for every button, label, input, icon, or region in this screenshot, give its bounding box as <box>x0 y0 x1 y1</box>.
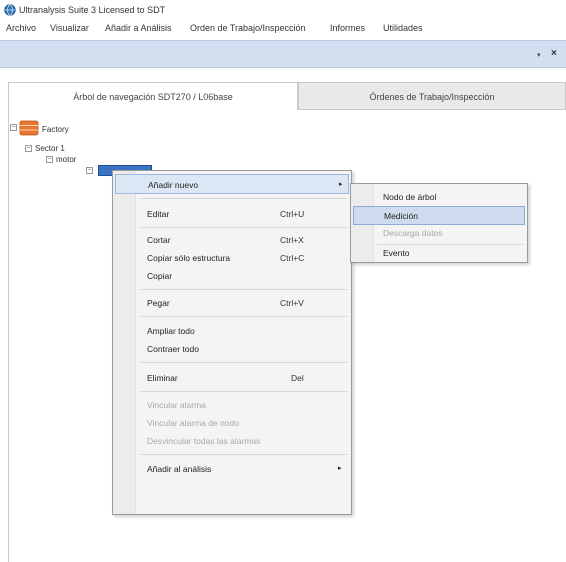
menu-item-collapse-all-label: Contraer todo <box>147 344 199 354</box>
menu-separator <box>141 198 347 199</box>
pin-icon[interactable]: ▾ <box>537 51 541 59</box>
menu-item-unlink-alarms-label: Desvincular todas las alarmas <box>147 436 261 446</box>
menu-item-delete[interactable]: Eliminar Del <box>115 368 349 388</box>
menu-item-paste[interactable]: Pegar Ctrl+V <box>115 293 349 313</box>
submenu-item-measurement-label: Medición <box>384 211 419 221</box>
tree-node-factory[interactable]: Factory <box>42 125 69 134</box>
menu-separator <box>141 227 347 228</box>
submenu-arrow-icon: ▸ <box>338 465 342 472</box>
menu-item-cut[interactable]: Cortar Ctrl+X <box>115 230 349 250</box>
menu-item-paste-shortcut: Ctrl+V <box>280 298 304 308</box>
menu-item-copy[interactable]: Copiar <box>115 266 349 286</box>
tab-strip: Árbol de navegación SDT270 / L06base Órd… <box>8 82 566 110</box>
menu-item-link-alarm-label: Vincular alarma <box>147 400 206 410</box>
submenu-item-tree-node[interactable]: Nodo de árbol <box>353 188 525 207</box>
menu-bar: Archivo Visualizar Añadir a Análisis Ord… <box>0 20 566 38</box>
menu-utilidades[interactable]: Utilidades <box>383 23 423 33</box>
menu-separator <box>141 289 347 290</box>
menu-item-link-node-alarm-label: Vincular alarma de nodo <box>147 418 239 428</box>
menu-item-edit[interactable]: Editar Ctrl+U <box>115 204 349 224</box>
menu-item-add-to-analysis-label: Añadir al análisis <box>147 464 212 474</box>
window-title: Ultranalysis Suite 3 Licensed to SDT <box>19 5 166 15</box>
submenu-item-download-data: Descarga datos <box>353 224 525 243</box>
menu-anadir-analisis[interactable]: Añadir a Análisis <box>105 23 172 33</box>
tab-work-orders[interactable]: Órdenes de Trabajo/Inspección <box>298 82 566 110</box>
menu-item-delete-label: Eliminar <box>147 373 178 383</box>
menu-item-copy-structure-label: Copiar sólo estructura <box>147 253 231 263</box>
menu-item-edit-label: Editar <box>147 209 170 219</box>
menu-item-paste-label: Pegar <box>147 298 170 308</box>
tree-expander-root[interactable]: − <box>10 124 17 131</box>
submenu-item-tree-node-label: Nodo de árbol <box>383 192 437 202</box>
submenu-item-event[interactable]: Evento <box>353 244 525 263</box>
menu-visualizar[interactable]: Visualizar <box>50 23 89 33</box>
submenu-item-event-label: Evento <box>383 248 410 258</box>
database-icon <box>19 120 39 136</box>
menu-informes[interactable]: Informes <box>330 23 365 33</box>
menu-item-expand-all-label: Ampliar todo <box>147 326 195 336</box>
menu-item-add-new-label: Añadir nuevo <box>148 180 199 190</box>
menu-separator <box>141 316 347 317</box>
menu-item-unlink-alarms: Desvincular todas las alarmas <box>115 431 349 451</box>
add-new-submenu: Nodo de árbol Medición Descarga datos Ev… <box>350 183 528 263</box>
submenu-arrow-icon: ▸ <box>339 181 343 188</box>
tree-expander-motor[interactable]: − <box>46 156 53 163</box>
menu-item-expand-all[interactable]: Ampliar todo <box>115 321 349 341</box>
menu-item-cut-label: Cortar <box>147 235 171 245</box>
menu-item-link-node-alarm: Vincular alarma de nodo <box>115 413 349 433</box>
submenu-item-measurement[interactable]: Medición <box>353 206 525 225</box>
menu-item-collapse-all[interactable]: Contraer todo <box>115 339 349 359</box>
panel-header-bar: ▾ × <box>0 40 566 68</box>
menu-item-cut-shortcut: Ctrl+X <box>280 235 304 245</box>
menu-archivo[interactable]: Archivo <box>6 23 36 33</box>
menu-item-edit-shortcut: Ctrl+U <box>280 209 305 219</box>
submenu-item-download-data-label: Descarga datos <box>383 228 443 238</box>
app-globe-icon <box>4 4 16 16</box>
menu-separator <box>141 391 347 392</box>
menu-item-copy-structure-shortcut: Ctrl+C <box>280 253 305 263</box>
tree-expander-selected[interactable]: − <box>86 167 93 174</box>
menu-orden-trabajo[interactable]: Orden de Trabajo/Inspección <box>190 23 306 33</box>
menu-item-copy-label: Copiar <box>147 271 173 281</box>
tab-navigation-tree[interactable]: Árbol de navegación SDT270 / L06base <box>8 82 298 110</box>
menu-item-add-to-analysis[interactable]: Añadir al análisis ▸ <box>115 459 349 479</box>
menu-separator <box>141 454 347 455</box>
title-bar: Ultranalysis Suite 3 Licensed to SDT <box>0 0 566 20</box>
menu-item-add-new[interactable]: Añadir nuevo ▸ <box>115 174 349 194</box>
tree-node-sector[interactable]: Sector 1 <box>35 144 65 153</box>
menu-item-link-alarm: Vincular alarma <box>115 395 349 415</box>
menu-item-delete-shortcut: Del <box>291 373 304 383</box>
context-menu: Añadir nuevo ▸ Editar Ctrl+U Cortar Ctrl… <box>112 170 352 515</box>
close-icon[interactable]: × <box>551 48 557 59</box>
menu-separator <box>141 362 347 363</box>
tree-expander-sector[interactable]: − <box>25 145 32 152</box>
menu-item-copy-structure[interactable]: Copiar sólo estructura Ctrl+C <box>115 248 349 268</box>
tree-node-motor[interactable]: motor <box>56 155 76 164</box>
